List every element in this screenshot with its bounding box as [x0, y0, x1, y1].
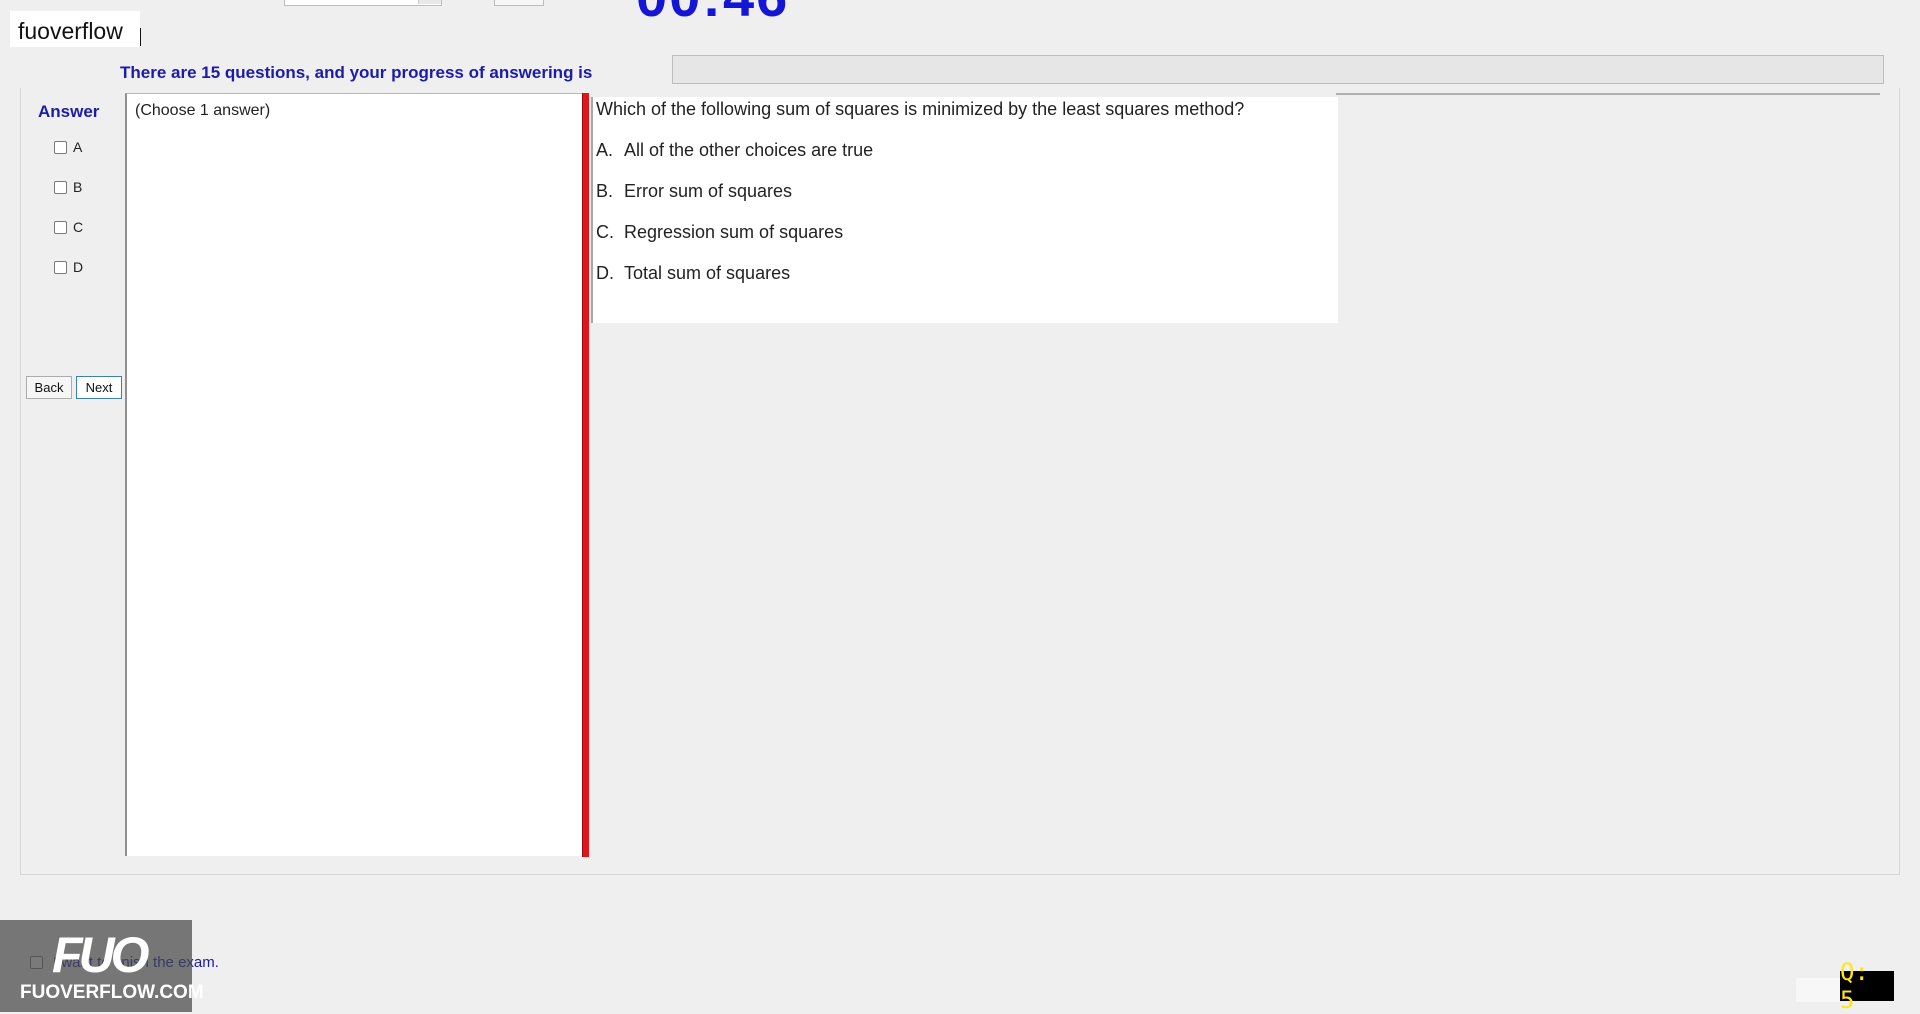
option-text: Regression sum of squares [624, 222, 844, 242]
answer-option-b[interactable]: B [54, 179, 82, 195]
question-area-border [1336, 93, 1880, 95]
pane-splitter[interactable] [582, 93, 589, 857]
question-box [591, 97, 1338, 323]
back-button[interactable]: Back [26, 376, 72, 399]
option-letter: A. [596, 140, 614, 160]
question-option-d: D. Total sum of squares [596, 263, 790, 284]
countdown-timer: 00:46 [636, 0, 789, 29]
next-button[interactable]: Next [76, 376, 122, 399]
answer-option-label: B [73, 179, 83, 195]
option-text: Error sum of squares [624, 181, 793, 201]
answer-option-label: C [73, 219, 84, 235]
question-option-b: B. Error sum of squares [596, 181, 792, 202]
watermark-site: FUOVERFLOW.COM [20, 982, 204, 1003]
answer-title: Answer [38, 102, 100, 121]
watermark-mark: FUO [52, 927, 150, 983]
combobox-dropdown-icon[interactable] [418, 0, 441, 4]
checkbox-b[interactable] [54, 180, 67, 194]
option-text: All of the other choices are true [624, 140, 874, 160]
choose-instruction: (Choose 1 answer) [135, 102, 271, 119]
question-option-c: C. Regression sum of squares [596, 222, 843, 243]
answer-option-d[interactable]: D [54, 259, 83, 275]
instruction-pane [125, 93, 584, 856]
option-letter: C. [596, 222, 614, 242]
checkbox-d[interactable] [54, 260, 67, 274]
option-letter: B. [596, 181, 614, 201]
answer-option-a[interactable]: A [54, 139, 82, 155]
progress-label: There are 15 questions, and your progres… [120, 63, 593, 82]
progress-bar [672, 55, 1884, 84]
option-letter: D. [596, 263, 614, 283]
question-text: Which of the following sum of squares is… [596, 99, 1245, 119]
answer-option-label: A [73, 139, 83, 155]
indicator-backdrop [1796, 978, 1840, 1002]
option-text: Total sum of squares [624, 263, 791, 283]
font-size-box[interactable] [494, 0, 544, 6]
text-cursor [140, 28, 141, 46]
question-number-indicator: Q: 5 [1840, 958, 1894, 1014]
checkbox-a[interactable] [54, 140, 67, 154]
answer-option-label: D [73, 259, 84, 275]
checkbox-c[interactable] [54, 220, 67, 234]
brand-label: fuoverflow [18, 18, 123, 44]
answer-option-c[interactable]: C [54, 219, 83, 235]
question-option-a: A. All of the other choices are true [596, 140, 873, 161]
